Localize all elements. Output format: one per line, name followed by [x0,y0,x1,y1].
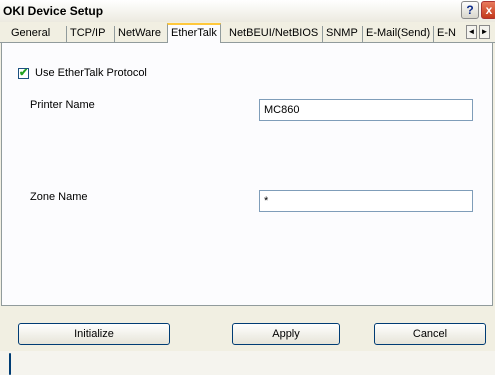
help-icon[interactable]: ? [461,1,479,19]
checkmark-icon: ✔ [19,66,29,79]
oki-device-setup-window: OKI Device Setup ? x General TCP/IP NetW… [0,0,495,375]
printer-name-label: Printer Name [30,99,95,111]
tab-strip: General TCP/IP NetWare EtherTalk NetBEUI… [0,22,495,43]
printer-name-field[interactable]: MC860 [259,99,473,121]
tab-scroll-right-icon[interactable]: ► [479,25,490,39]
cancel-button[interactable]: Cancel [374,323,486,345]
zone-name-label: Zone Name [30,191,88,203]
window-title: OKI Device Setup [3,4,104,18]
tab-tcp-ip[interactable]: TCP/IP [66,26,108,42]
tab-netware[interactable]: NetWare [114,26,164,42]
use-ethertalk-checkbox[interactable]: ✔ [18,66,29,79]
spacer [9,353,11,375]
use-ethertalk-label: Use EtherTalk Protocol [35,67,147,79]
use-ethertalk-row[interactable]: ✔ Use EtherTalk Protocol [18,67,147,79]
tab-general[interactable]: General [8,26,53,42]
tab-netbeui-netbios[interactable]: NetBEUI/NetBIOS [226,26,321,42]
tab-ethertalk[interactable]: EtherTalk [167,23,221,43]
zone-name-field[interactable]: * [259,190,473,212]
tab-email-receive[interactable]: E-N [433,26,467,42]
tab-email-send[interactable]: E-Mail(Send) [362,26,433,42]
initialize-button[interactable]: Initialize [18,323,170,345]
ethertalk-panel: ✔ Use EtherTalk Protocol Printer Name MC… [1,43,493,306]
tab-snmp[interactable]: SNMP [322,26,361,42]
title-bar: OKI Device Setup ? x [0,0,495,22]
tab-scroll-left-icon[interactable]: ◄ [466,25,477,39]
close-icon[interactable]: x [481,1,495,19]
apply-button[interactable]: Apply [232,323,340,345]
